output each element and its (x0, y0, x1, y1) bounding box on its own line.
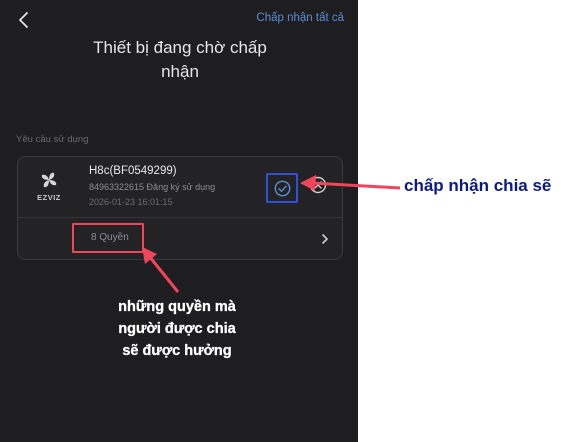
chevron-right-icon (322, 234, 328, 244)
permissions-annotation: những quyền mà người được chia sẽ được h… (92, 296, 262, 362)
top-bar: Chấp nhận tất cả (0, 0, 358, 40)
ezviz-logo: EZVIZ (32, 169, 66, 209)
section-label: Yêu cầu sử dụng (16, 134, 89, 145)
page-title: Thiết bị đang chờ chấp nhận (60, 36, 300, 84)
chevron-left-icon[interactable] (16, 10, 34, 30)
permissions-row[interactable]: 8 Quyền (18, 218, 342, 260)
x-circle-icon (309, 176, 327, 194)
device-name: H8c(BF0549299) (89, 165, 177, 177)
accept-button[interactable] (266, 173, 298, 203)
permissions-count: 8 Quyền (72, 223, 144, 253)
reject-button[interactable] (309, 176, 327, 194)
permissions-annotation-line3: sẽ được hưởng (122, 343, 232, 359)
accept-all-button[interactable]: Chấp nhận tất cả (256, 12, 344, 24)
phone-screen: Chấp nhận tất cả Thiết bị đang chờ chấp … (0, 0, 358, 442)
accept-annotation: chấp nhận chia sẽ (404, 176, 552, 195)
page-title-line2: nhận (161, 62, 199, 81)
check-circle-icon (274, 180, 291, 197)
request-timestamp: 2026-01-23 16:01:15 (89, 197, 173, 207)
fan-icon (41, 172, 57, 188)
permissions-annotation-line1: những quyền mà (118, 299, 236, 315)
page-title-line1: Thiết bị đang chờ chấp (93, 38, 267, 57)
permissions-annotation-line2: người được chia (118, 321, 236, 337)
brand-label: EZVIZ (37, 193, 61, 202)
request-card: EZVIZ H8c(BF0549299) 84963322615 Đăng ký… (17, 156, 343, 260)
register-info: 84963322615 Đăng ký sử dụng (89, 182, 216, 192)
